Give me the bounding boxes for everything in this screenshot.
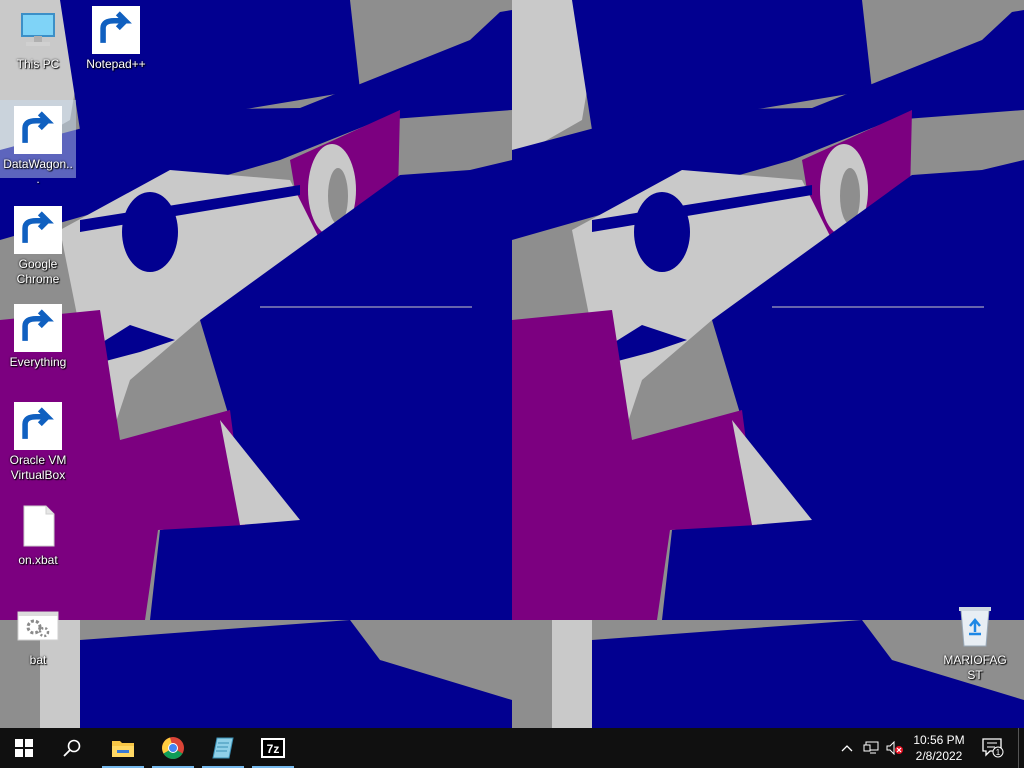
folder-icon — [112, 741, 134, 757]
shortcut-arrow-icon — [92, 6, 140, 54]
datawagon-icon — [14, 106, 62, 154]
shortcut-arrow-icon — [14, 402, 62, 450]
desktop-icon-label: This PC — [16, 57, 60, 71]
desktop-icon-notepad-plus-plus[interactable]: Notepad++ — [78, 0, 154, 72]
shortcut-arrow-icon — [14, 304, 62, 352]
desktop-icon-label: on.xbat — [18, 553, 58, 567]
computer-icon — [14, 6, 62, 54]
desktop-icon-label: bat — [29, 653, 47, 667]
clock-time: 10:56 PM — [913, 733, 965, 747]
action-center-button[interactable]: 1 — [978, 728, 1008, 768]
desktop-icon-label: DataWagon... — [3, 157, 73, 186]
chrome-icon — [162, 737, 184, 759]
batch-file-icon — [14, 602, 62, 650]
notepad-plus-plus-icon — [92, 6, 140, 54]
taskbar-file-explorer[interactable] — [100, 728, 146, 768]
taskbar-clock[interactable]: 10:56 PM 2/8/2022 — [904, 728, 974, 768]
network-button[interactable] — [860, 728, 882, 768]
shortcut-arrow-icon — [14, 106, 62, 154]
windows-logo-icon — [15, 739, 33, 757]
desktop[interactable]: This PC DataWagon... Google Chrome Every… — [0, 0, 1024, 728]
search-button[interactable] — [48, 728, 96, 768]
desktop-icon-label: Google Chrome — [16, 257, 60, 286]
desktop-icon-virtualbox[interactable]: Oracle VM VirtualBox — [0, 396, 76, 483]
desktop-icon-everything[interactable]: Everything — [0, 298, 76, 370]
notepad-icon — [212, 737, 234, 759]
notification-icon: 1 — [982, 738, 1004, 758]
start-button[interactable] — [0, 728, 48, 768]
desktop-icon-label: MARIOFAG ST — [943, 653, 1007, 682]
chrome-icon — [14, 206, 62, 254]
show-desktop-button[interactable] — [1018, 728, 1024, 768]
search-icon — [63, 739, 81, 757]
shortcut-arrow-icon — [14, 206, 62, 254]
taskbar-notepad[interactable] — [200, 728, 246, 768]
everything-search-icon — [14, 304, 62, 352]
volume-button[interactable] — [884, 728, 906, 768]
svg-text:7z: 7z — [267, 742, 280, 756]
desktop-icon-label: Notepad++ — [86, 57, 146, 71]
desktop-icon-datawagon[interactable]: DataWagon... — [0, 100, 76, 186]
desktop-icon-on-xbat[interactable]: on.xbat — [0, 496, 76, 568]
desktop-icon-this-pc[interactable]: This PC — [0, 0, 76, 84]
volume-muted-icon — [886, 741, 903, 755]
notification-count: 1 — [996, 748, 1001, 757]
desktop-icon-label: Everything — [9, 355, 67, 369]
recycle-bin-icon — [951, 602, 999, 650]
desktop-icon-bat[interactable]: bat — [0, 596, 76, 668]
7zip-icon: 7z — [261, 738, 285, 758]
desktop-wallpaper — [0, 0, 1024, 728]
desktop-icon-label: Oracle VM VirtualBox — [9, 453, 67, 482]
taskbar: 7z 10:56 PM 2/8/2022 1 — [0, 728, 1024, 768]
chevron-up-icon — [841, 745, 853, 752]
taskbar-google-chrome[interactable] — [150, 728, 196, 768]
taskbar-7zip[interactable]: 7z — [250, 728, 296, 768]
desktop-icon-recycle-bin[interactable]: MARIOFAG ST — [935, 596, 1015, 683]
blank-file-icon — [14, 502, 62, 550]
virtualbox-icon — [14, 402, 62, 450]
network-icon — [863, 741, 879, 754]
show-hidden-icons-button[interactable] — [836, 728, 858, 768]
desktop-icon-google-chrome[interactable]: Google Chrome — [0, 200, 76, 287]
clock-date: 2/8/2022 — [915, 749, 963, 763]
